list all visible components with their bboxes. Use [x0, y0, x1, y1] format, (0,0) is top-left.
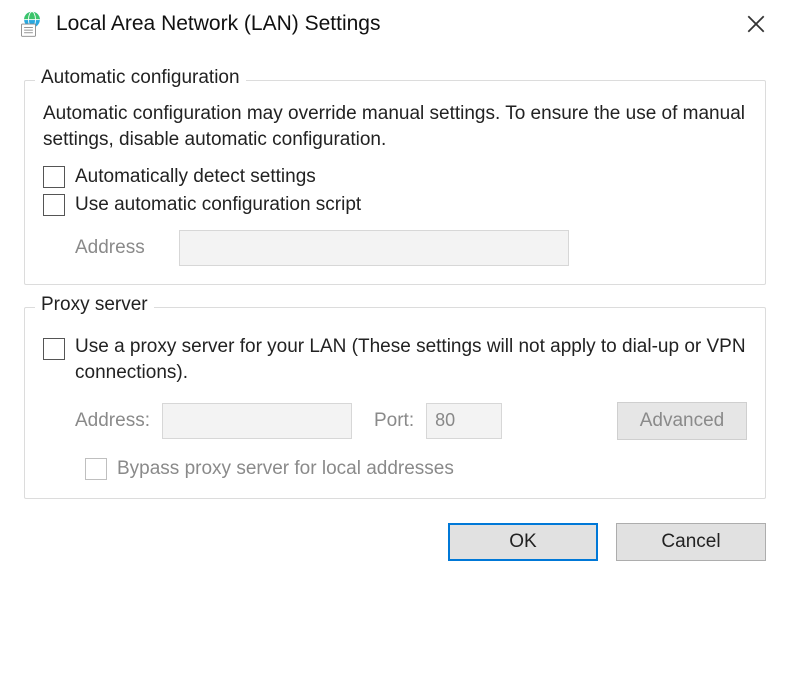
network-settings-icon — [18, 10, 46, 38]
script-address-label: Address — [75, 237, 165, 259]
automatic-configuration-description: Automatic configuration may override man… — [43, 101, 747, 152]
dialog-footer: OK Cancel — [0, 509, 790, 561]
window-title: Local Area Network (LAN) Settings — [56, 12, 736, 36]
dialog-body: Automatic configuration Automatic config… — [0, 48, 790, 499]
bypass-label: Bypass proxy server for local addresses — [117, 458, 454, 480]
use-proxy-checkbox[interactable] — [43, 338, 65, 360]
cancel-button[interactable]: Cancel — [616, 523, 766, 561]
detect-settings-label: Automatically detect settings — [75, 166, 316, 188]
proxy-fields-row: Address: Port: Advanced — [75, 402, 747, 440]
detect-settings-row: Automatically detect settings — [43, 166, 747, 188]
proxy-address-label: Address: — [75, 410, 150, 432]
close-button[interactable] — [736, 8, 776, 40]
proxy-server-legend: Proxy server — [35, 294, 154, 316]
automatic-configuration-group: Automatic configuration Automatic config… — [24, 80, 766, 285]
proxy-port-input — [426, 403, 502, 439]
close-icon — [747, 15, 765, 33]
advanced-button: Advanced — [617, 402, 747, 440]
detect-settings-checkbox[interactable] — [43, 166, 65, 188]
titlebar: Local Area Network (LAN) Settings — [0, 0, 790, 48]
use-proxy-label: Use a proxy server for your LAN (These s… — [75, 334, 747, 385]
proxy-server-group: Proxy server Use a proxy server for your… — [24, 307, 766, 498]
automatic-configuration-legend: Automatic configuration — [35, 67, 246, 89]
bypass-row: Bypass proxy server for local addresses — [85, 458, 747, 480]
script-address-row: Address — [75, 230, 747, 266]
config-script-label: Use automatic configuration script — [75, 194, 361, 216]
proxy-address-input — [162, 403, 352, 439]
use-proxy-row: Use a proxy server for your LAN (These s… — [43, 334, 747, 385]
config-script-row: Use automatic configuration script — [43, 194, 747, 216]
config-script-checkbox[interactable] — [43, 194, 65, 216]
proxy-port-label: Port: — [374, 410, 414, 432]
script-address-input — [179, 230, 569, 266]
bypass-checkbox — [85, 458, 107, 480]
ok-button[interactable]: OK — [448, 523, 598, 561]
